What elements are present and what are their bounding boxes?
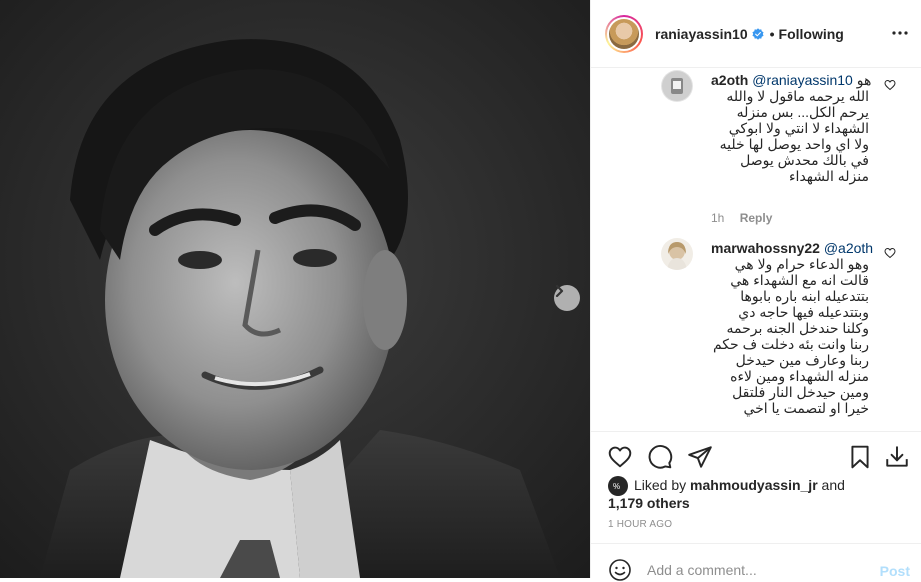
comment-icon[interactable]	[647, 444, 673, 470]
liker-logo-icon: %	[613, 482, 620, 491]
post-comment-button[interactable]: Post	[880, 563, 910, 579]
verified-badge-icon	[752, 27, 764, 40]
header-separator: •	[769, 25, 775, 42]
svg-text:%: %	[613, 482, 620, 491]
comment-text: وهو الدعاء حرام ولا هي قالت انه مع الشهد…	[712, 256, 869, 416]
comment-heart-icon[interactable]	[884, 79, 896, 91]
post-actions-bar	[591, 431, 921, 481]
chevron-right-icon	[555, 285, 564, 297]
commenter-avatar[interactable]	[661, 238, 693, 270]
commenter-avatar[interactable]	[661, 70, 693, 102]
likes-prefix: Liked by	[634, 477, 687, 493]
following-button[interactable]: Following	[779, 26, 844, 42]
comment-username[interactable]: marwahossny22	[711, 240, 820, 256]
comment-meta: 1h Reply	[711, 211, 772, 225]
post-side-panel: raniayassin10 • Following a2oth @raniaya…	[590, 0, 921, 581]
share-icon[interactable]	[687, 444, 713, 470]
post-media[interactable]	[0, 0, 590, 578]
download-icon[interactable]	[884, 444, 910, 470]
post-header: raniayassin10 • Following	[591, 0, 921, 68]
comment-text: الله يرحمه ماقول لا والله يرحم الكل... ب…	[719, 88, 869, 184]
bookmark-icon[interactable]	[847, 444, 873, 470]
others-count[interactable]: 1,179 others	[608, 495, 690, 511]
comments-list[interactable]: a2oth @raniayassin10 هو الله يرحمه ماقول…	[591, 69, 921, 431]
post-timestamp[interactable]: 1 hour ago	[608, 519, 672, 530]
comment-text-first: هو	[856, 72, 872, 88]
liker-avatar[interactable]: %	[608, 476, 628, 496]
likes-summary: % Liked by mahmoudyassin_jr and 1,179 ot…	[608, 476, 908, 512]
comment-mention[interactable]: @raniayassin10	[752, 72, 853, 88]
likes-and: and	[821, 477, 845, 493]
comment-body: a2oth @raniayassin10 هو الله يرحمه ماقول…	[711, 72, 872, 184]
comment-input[interactable]	[647, 562, 867, 578]
instagram-post: raniayassin10 • Following a2oth @raniaya…	[0, 0, 921, 581]
post-photo	[0, 0, 590, 578]
more-options-icon[interactable]	[891, 24, 909, 42]
comment-heart-icon[interactable]	[884, 247, 896, 259]
emoji-icon[interactable]	[608, 558, 632, 582]
owner-avatar[interactable]	[605, 14, 643, 53]
owner-username[interactable]: raniayassin10	[655, 26, 748, 42]
reply-button[interactable]: Reply	[740, 211, 773, 225]
avatar-image	[661, 70, 693, 102]
avatar-image	[661, 238, 693, 270]
comment-body: marwahossny22 @a2oth وهو الدعاء حرام ولا…	[711, 240, 873, 416]
comment-username[interactable]: a2oth	[711, 72, 748, 88]
heart-icon[interactable]	[607, 444, 633, 470]
comment-mention[interactable]: @a2oth	[824, 240, 873, 256]
next-media-button[interactable]	[554, 285, 580, 311]
add-comment-bar: Post	[591, 543, 921, 581]
comment-time[interactable]: 1h	[711, 211, 724, 225]
liked-by-username[interactable]: mahmoudyassin_jr	[690, 477, 818, 493]
